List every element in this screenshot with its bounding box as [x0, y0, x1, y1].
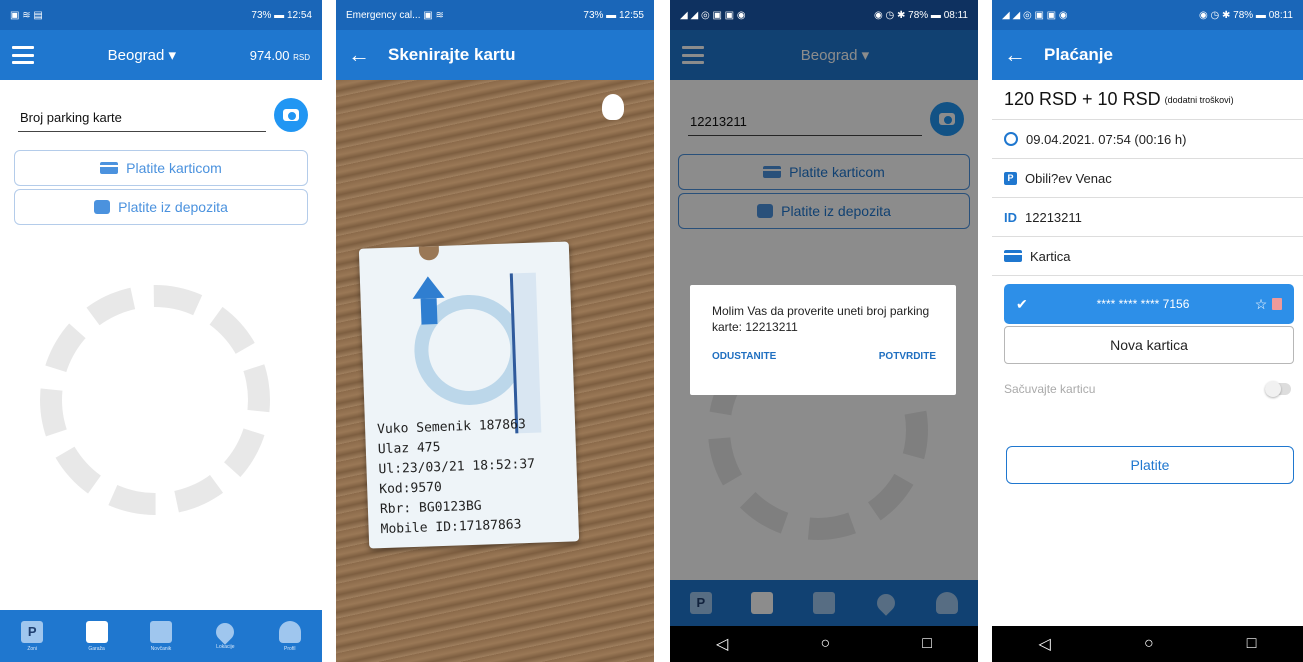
status-bar: Emergency cal... ▣ ≋ 73% ▬ 12:55 — [336, 0, 654, 30]
ticket-id-row: ID 12213211 — [992, 198, 1303, 237]
pay-card-button[interactable]: Platite karticom — [14, 150, 308, 186]
status-bar: ▣ ≋ ▤ 73% ▬ 12:54 — [0, 0, 322, 30]
back-icon[interactable]: ◁ — [1039, 634, 1051, 654]
check-icon: ✔ — [1016, 295, 1028, 312]
app-bar: Beograd ▾ 974.00 RSD — [0, 30, 322, 80]
coins-icon — [94, 200, 111, 214]
parking-ticket-image: Vuko Semenik 187863 Ulaz 475 Ul:23/03/21… — [358, 241, 580, 549]
back-arrow-icon[interactable]: ← — [1004, 42, 1034, 68]
save-card-row: Sačuvajte karticu — [1004, 381, 1291, 397]
confirm-button[interactable]: POTVRDITE — [879, 351, 936, 362]
credit-card-icon — [100, 162, 119, 174]
loading-spinner — [40, 285, 270, 515]
screen-home: ▣ ≋ ▤ 73% ▬ 12:54 Beograd ▾ 974.00 RSD B… — [0, 0, 322, 662]
wallet-icon — [149, 620, 172, 643]
home-icon[interactable]: ○ — [1144, 635, 1154, 653]
recents-icon[interactable]: □ — [1247, 635, 1257, 653]
flashlight-icon[interactable] — [602, 94, 624, 120]
nav-wallet[interactable]: Novčanik — [144, 620, 178, 652]
star-icon[interactable]: ☆ — [1250, 296, 1272, 313]
location-pin-icon — [212, 618, 239, 645]
system-nav-bar: ◁ ○ □ — [670, 626, 978, 662]
confirm-dialog: Molim Vas da proverite uneti broj parkin… — [690, 285, 956, 395]
user-icon — [278, 620, 301, 643]
app-bar: ← Plaćanje — [992, 30, 1303, 80]
trash-icon[interactable] — [1272, 298, 1282, 310]
garage-icon — [85, 620, 108, 643]
nav-zones[interactable]: P Zoni — [15, 620, 49, 652]
balance: 974.00 RSD — [249, 47, 310, 63]
nav-garage[interactable]: Garaža — [80, 620, 114, 652]
status-bar: ◢ ◢ ◎ ▣ ▣ ◉ ◉ ◷ ✱ 78% ▬ 08:11 — [670, 0, 978, 30]
new-card-button[interactable]: Nova kartica — [1004, 326, 1294, 364]
save-card-toggle[interactable] — [1265, 381, 1291, 397]
bottom-nav: P Zoni Garaža Novčanik Lokacije Profil — [0, 610, 322, 662]
app-bar: ← Skenirajte kartu — [336, 30, 654, 80]
city-selector[interactable]: Beograd ▾ — [34, 46, 250, 64]
system-nav-bar: ◁ ○ □ — [992, 626, 1303, 662]
screen-payment: ◢ ◢ ◎ ▣ ▣ ◉ ◉ ◷ ✱ 78% ▬ 08:11 ← Plaćanje… — [992, 0, 1303, 662]
pay-button[interactable]: Platite — [1006, 446, 1294, 484]
nav-profile[interactable]: Profil — [273, 620, 307, 652]
amount: 120 RSD + 10 RSD (dodatni troškovi) — [992, 80, 1303, 120]
back-icon[interactable]: ◁ — [716, 634, 728, 654]
cancel-button[interactable]: ODUSTANITE — [712, 351, 776, 362]
parking-icon: P — [21, 620, 44, 643]
status-bar: ◢ ◢ ◎ ▣ ▣ ◉ ◉ ◷ ✱ 78% ▬ 08:11 — [992, 0, 1303, 30]
id-label: ID — [1004, 209, 1017, 225]
recents-icon[interactable]: □ — [922, 635, 932, 653]
menu-icon[interactable] — [12, 46, 34, 64]
screen-scan: Emergency cal... ▣ ≋ 73% ▬ 12:55 ← Skeni… — [336, 0, 654, 662]
location-row: P Obili?ev Venac — [992, 159, 1303, 198]
page-title: Skenirajte kartu — [388, 45, 516, 64]
page-title: Plaćanje — [1044, 45, 1113, 64]
parking-icon: P — [1004, 171, 1017, 185]
pay-deposit-button[interactable]: Platite iz depozita — [14, 189, 308, 225]
nav-locations[interactable]: Lokacije — [208, 618, 242, 650]
back-arrow-icon[interactable]: ← — [348, 42, 378, 68]
camera-icon[interactable] — [274, 98, 308, 132]
dialog-message: Molim Vas da proverite uneti broj parkin… — [712, 304, 930, 334]
ticket-number-input[interactable]: Broj parking karte — [18, 104, 266, 132]
clock-icon — [1004, 132, 1018, 146]
home-icon[interactable]: ○ — [820, 635, 830, 653]
credit-card-icon — [1004, 250, 1022, 262]
ticket-text: Vuko Semenik 187863 Ulaz 475 Ul:23/03/21… — [376, 417, 536, 538]
saved-card[interactable]: ✔ **** **** **** 7156 ☆ — [1004, 284, 1294, 324]
payment-method-row: Kartica — [992, 237, 1303, 276]
screen-confirm: ◢ ◢ ◎ ▣ ▣ ◉ ◉ ◷ ✱ 78% ▬ 08:11 Beograd ▾ … — [670, 0, 978, 662]
camera-preview: Vuko Semenik 187863 Ulaz 475 Ul:23/03/21… — [336, 80, 654, 662]
datetime-row: 09.04.2021. 07:54 (00:16 h) — [992, 120, 1303, 159]
